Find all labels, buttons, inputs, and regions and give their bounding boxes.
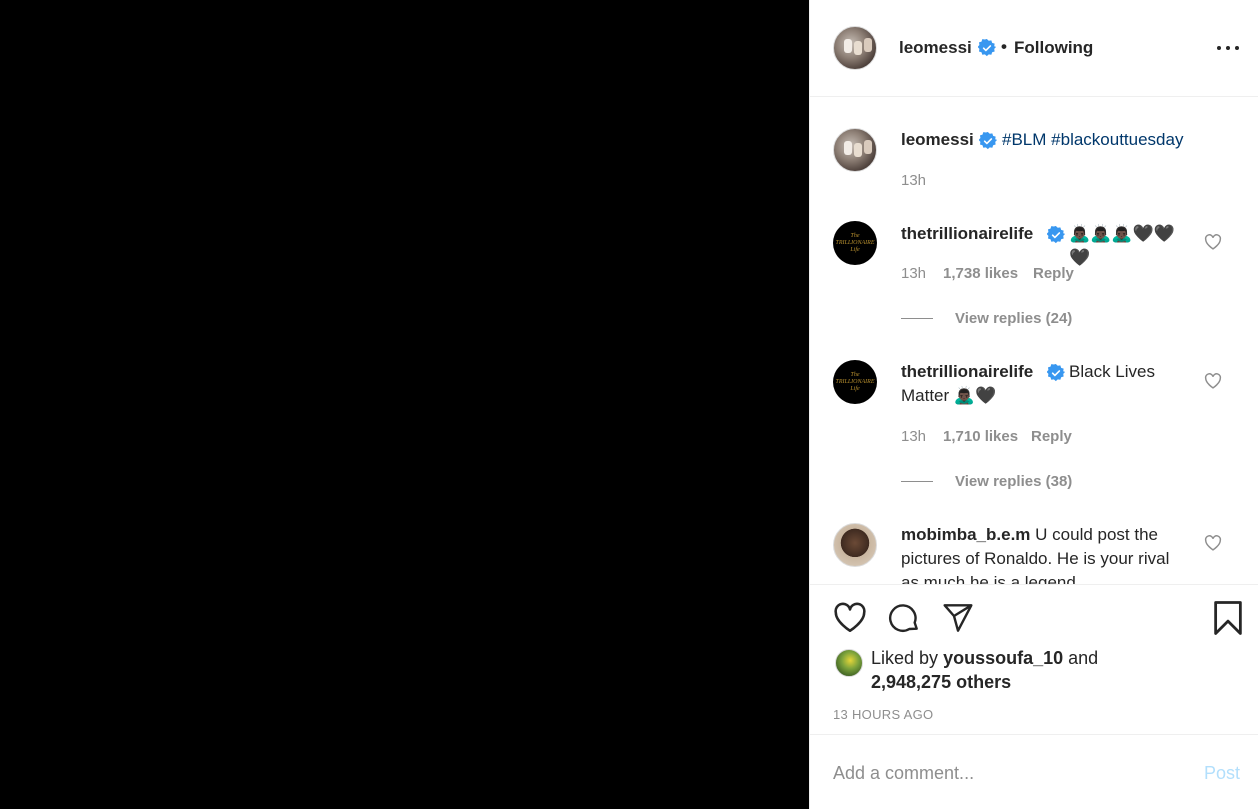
comment-composer: Post	[810, 734, 1258, 809]
bookmark-icon[interactable]	[1212, 601, 1244, 635]
avatar-logo-text: The TRILLIONAIRE Life	[835, 371, 875, 392]
hashtag-link[interactable]: #blackouttuesday	[1051, 130, 1183, 149]
comment-time[interactable]: 13h	[901, 428, 926, 445]
header-separator: •	[1001, 37, 1007, 56]
heart-icon[interactable]	[833, 602, 867, 634]
commenter-username[interactable]: thetrillionairelife	[901, 224, 1033, 243]
verified-badge-icon	[1047, 226, 1065, 244]
author-username[interactable]: leomessi	[899, 38, 972, 58]
caption-time: 13h	[901, 172, 927, 189]
avatar-logo-text: The TRILLIONAIRE Life	[835, 232, 875, 253]
comments-list[interactable]: leomessi #BLM #blackouttuesday 13h The T…	[810, 97, 1258, 584]
verified-badge-icon	[978, 39, 996, 57]
comment-text: 🙇🏿‍♂️🙇🏿‍♂️🙇🏿‍♂️🖤🖤🖤	[1069, 224, 1175, 267]
post-header: leomessi • Following	[810, 0, 1258, 97]
likes-and: and	[1068, 648, 1099, 668]
post-actions: Liked by youssoufa_10 and 2,948,275 othe…	[810, 584, 1258, 734]
post-side-panel: leomessi • Following leomessi #BLM #blac…	[809, 0, 1258, 809]
comment-icon[interactable]	[887, 602, 921, 634]
comment-likes[interactable]: 1,710 likes	[943, 428, 1018, 445]
likes-count[interactable]: 2,948,275 others	[871, 672, 1011, 692]
commenter-avatar[interactable]: The TRILLIONAIRE Life	[833, 360, 877, 404]
commenter-username[interactable]: mobimba_b.e.m	[901, 525, 1030, 544]
caption-avatar[interactable]	[833, 128, 877, 172]
view-replies-button[interactable]: View replies (38)	[955, 473, 1072, 490]
hashtag-link[interactable]: #BLM	[1002, 130, 1046, 149]
following-button[interactable]: Following	[1014, 38, 1093, 58]
liker-username[interactable]: youssoufa_10	[943, 648, 1063, 668]
comment-time[interactable]: 13h	[901, 265, 926, 282]
post-media[interactable]	[0, 0, 809, 809]
view-replies-button[interactable]: View replies (24)	[955, 310, 1072, 327]
comment-like-icon[interactable]	[1204, 535, 1222, 551]
commenter-avatar[interactable]	[833, 523, 877, 567]
reply-button[interactable]: Reply	[1033, 265, 1074, 282]
post-button[interactable]: Post	[1204, 763, 1240, 784]
reply-button[interactable]: Reply	[1031, 428, 1072, 445]
replies-divider	[901, 481, 933, 482]
liker-avatar[interactable]	[835, 649, 863, 677]
caption-username[interactable]: leomessi	[901, 130, 974, 149]
commenter-avatar[interactable]: The TRILLIONAIRE Life	[833, 221, 877, 265]
share-icon[interactable]	[941, 602, 975, 634]
post-time[interactable]: 13 HOURS AGO	[833, 707, 933, 722]
comment-like-icon[interactable]	[1204, 234, 1222, 250]
comment-like-icon[interactable]	[1204, 373, 1222, 389]
more-options-icon[interactable]	[1216, 46, 1240, 52]
verified-badge-icon	[979, 132, 997, 150]
comment-input[interactable]	[833, 761, 1173, 785]
comment-text: Black Lives Matter 🙇🏿‍♂️🖤	[901, 362, 1155, 405]
likes-prefix: Liked by	[871, 648, 939, 668]
comment-likes[interactable]: 1,738 likes	[943, 265, 1018, 282]
replies-divider	[901, 318, 933, 319]
likes-summary: Liked by youssoufa_10 and 2,948,275 othe…	[871, 646, 1098, 694]
author-avatar[interactable]	[833, 26, 877, 70]
